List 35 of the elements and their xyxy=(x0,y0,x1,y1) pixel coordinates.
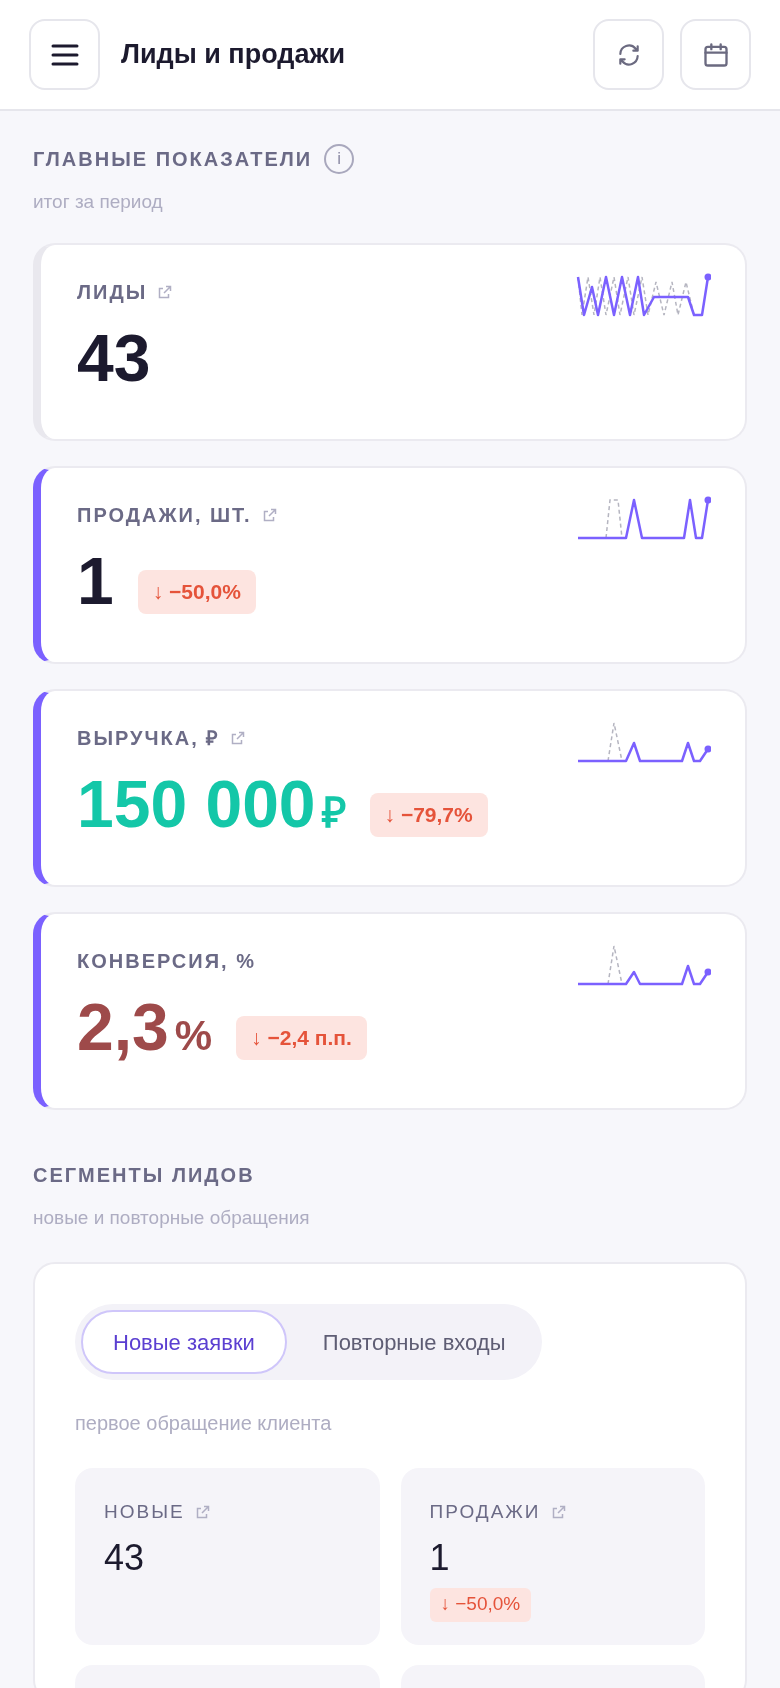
metric-value: 150 000₽ xyxy=(77,770,346,837)
section-subtitle: новые и повторные обращения xyxy=(33,1205,311,1230)
refresh-button[interactable] xyxy=(593,19,664,90)
change-badge: ↓ −50,0% xyxy=(137,569,256,614)
metric-label: ПРОДАЖИ, ШТ. xyxy=(77,502,252,528)
menu-button[interactable] xyxy=(29,19,100,90)
section-subtitle: итог за период xyxy=(33,190,164,214)
calendar-button[interactable] xyxy=(680,19,751,90)
segment-label: НОВЫЕ xyxy=(104,1500,185,1524)
page-title: Лиды и продажи xyxy=(121,38,347,72)
segment-tab[interactable]: Новые заявки xyxy=(81,1310,287,1374)
metric-value: 2,3% xyxy=(77,993,213,1060)
segment-tab[interactable]: Повторные входы xyxy=(322,1310,506,1374)
external-link-icon[interactable] xyxy=(550,1504,567,1521)
segment-value: 43 xyxy=(104,1535,146,1580)
metric-value: 1 xyxy=(77,547,114,614)
segment-label: ПРОДАЖИ xyxy=(429,1500,541,1524)
change-badge: ↓ −50,0% xyxy=(429,1587,532,1622)
calendar-icon xyxy=(701,40,730,69)
change-badge: ↓ −79,7% xyxy=(369,792,488,837)
segment-value: 1 xyxy=(429,1535,451,1580)
external-link-icon[interactable] xyxy=(194,1504,211,1521)
external-link-icon[interactable] xyxy=(261,506,278,523)
metric-label: ВЫРУЧКА, ₽ xyxy=(77,725,221,751)
metric-label: КОНВЕРСИЯ, % xyxy=(77,948,256,974)
external-link-icon[interactable] xyxy=(230,729,247,746)
metric-value: 43 xyxy=(77,324,151,391)
section-title: ГЛАВНЫЕ ПОКАЗАТЕЛИ xyxy=(33,147,313,172)
metric-label: ЛИДЫ xyxy=(77,279,148,305)
section-title: СЕГМЕНТЫ ЛИДОВ xyxy=(33,1162,255,1188)
menu-icon xyxy=(49,42,80,67)
segment-hint: первое обращение клиента xyxy=(75,1411,333,1436)
info-icon[interactable]: i xyxy=(324,144,355,174)
external-link-icon[interactable] xyxy=(157,283,174,300)
change-badge: ↓ −2,4 п.п. xyxy=(236,1015,367,1060)
